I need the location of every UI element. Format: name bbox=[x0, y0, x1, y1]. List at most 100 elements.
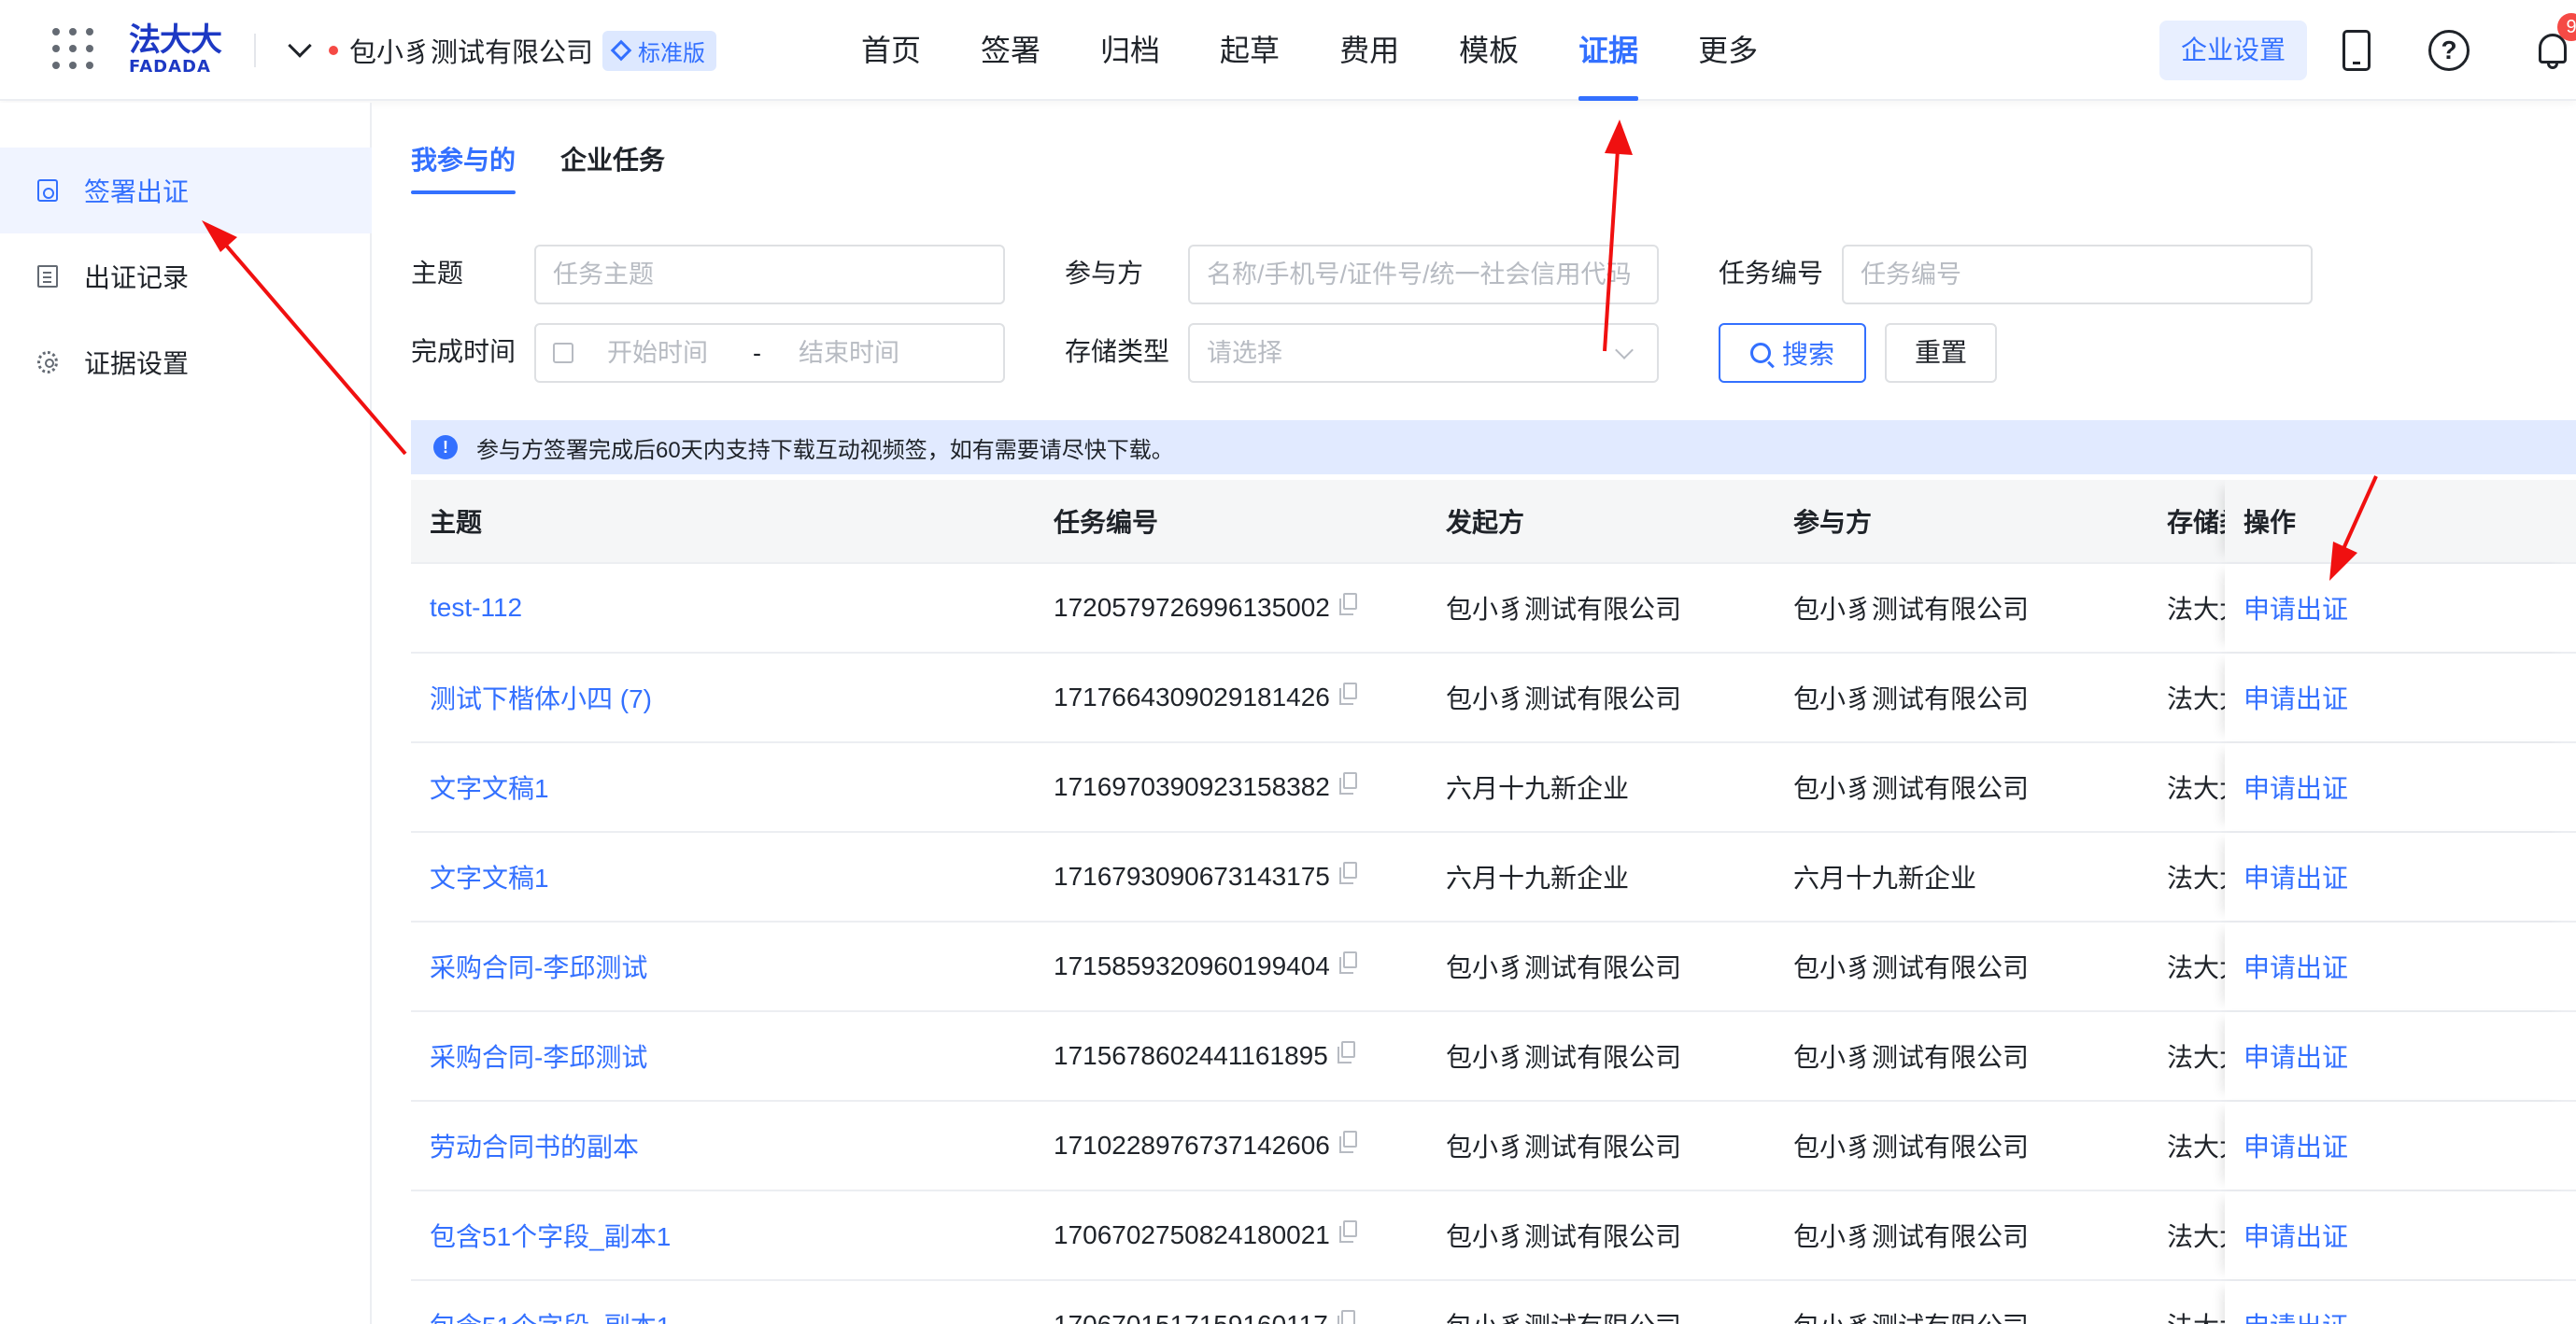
apply-certificate-link-text[interactable]: 申请出证 bbox=[2243, 768, 2348, 806]
subject-link[interactable]: 文字文稿1 bbox=[430, 833, 1027, 921]
search-button[interactable]: 搜索 bbox=[1719, 323, 1866, 383]
subject-link[interactable]: 包含51个字段_副本1 bbox=[430, 1191, 1027, 1279]
table-row: 包含51个字段_副本1 1706702750824180021 包小豸测试有限公司 包… bbox=[411, 1191, 2576, 1281]
sidebar-item-evidence-settings[interactable]: 证据设置 bbox=[0, 319, 372, 405]
table-row: 采购合同-李邱测试 1715859320960199404 包小豸测试有限公司 包小豸… bbox=[411, 923, 2576, 1012]
initiator-cell-text: 包小豸测试有限公司 bbox=[1446, 684, 1682, 713]
enterprise-settings-button[interactable]: 企业设置 bbox=[2159, 21, 2307, 80]
subject-link-text[interactable]: 包含51个字段_副本1 bbox=[430, 1306, 671, 1324]
initiator-cell: 六月十九新企业 bbox=[1446, 743, 1782, 831]
apply-certificate-link-text[interactable]: 申请出证 bbox=[2243, 1217, 2348, 1254]
tab-my-participated[interactable]: 我参与的 bbox=[411, 140, 517, 194]
fadada-logo[interactable]: 法大大 FADADA bbox=[129, 22, 232, 78]
sidebar-item-sign-certificate[interactable]: 签署出证 bbox=[0, 148, 372, 233]
nav-evidence[interactable]: 证据 bbox=[1578, 0, 1639, 101]
copy-icon[interactable] bbox=[1338, 862, 1357, 884]
subject-label: 主题 bbox=[411, 259, 464, 288]
main-nav: 首页 签署 归档 起草 费用 模板 证据 更多 bbox=[861, 0, 1818, 101]
diamond-icon bbox=[610, 39, 632, 62]
storage-cell: 法大大 bbox=[2167, 743, 2225, 831]
apply-certificate-link[interactable]: 申请出证 bbox=[2225, 1102, 2576, 1190]
subject-link-text[interactable]: 包含51个字段_副本1 bbox=[430, 1217, 671, 1254]
subject-link[interactable]: test-112 bbox=[430, 564, 1027, 652]
col-action: 操作 bbox=[2225, 480, 2576, 562]
apply-certificate-link-text[interactable]: 申请出证 bbox=[2243, 1306, 2348, 1324]
subject-link[interactable]: 文字文稿1 bbox=[430, 743, 1027, 831]
storage-cell: 法大大 bbox=[2167, 1191, 2225, 1279]
tab-enterprise-tasks[interactable]: 企业任务 bbox=[560, 140, 665, 194]
subject-input[interactable]: 任务主题 bbox=[534, 245, 1005, 304]
apply-certificate-link-text[interactable]: 申请出证 bbox=[2243, 589, 2348, 627]
apply-certificate-link[interactable]: 申请出证 bbox=[2225, 1281, 2576, 1324]
copy-icon[interactable] bbox=[1337, 1310, 1355, 1324]
apply-certificate-link[interactable]: 申请出证 bbox=[2225, 1191, 2576, 1279]
end-date-input[interactable]: 结束时间 bbox=[799, 339, 899, 367]
subject-link[interactable]: 测试下楷体小四 (7) bbox=[430, 654, 1027, 741]
initiator-cell-text: 包小豸测试有限公司 bbox=[1446, 953, 1682, 982]
apply-certificate-link[interactable]: 申请出证 bbox=[2225, 1012, 2576, 1100]
apply-certificate-link[interactable]: 申请出证 bbox=[2225, 743, 2576, 831]
task-no-cell-text: 1716970390923158382 bbox=[1054, 772, 1330, 801]
apply-certificate-link-text[interactable]: 申请出证 bbox=[2243, 858, 2348, 895]
nav-sign[interactable]: 签署 bbox=[981, 0, 1040, 101]
subject-link[interactable]: 劳动合同书的副本 bbox=[430, 1102, 1027, 1190]
apply-certificate-link-text[interactable]: 申请出证 bbox=[2243, 1037, 2348, 1075]
subject-link-text[interactable]: 文字文稿1 bbox=[430, 768, 549, 806]
date-range-picker[interactable]: 开始时间 - 结束时间 bbox=[534, 323, 1005, 383]
sidebar-item-records[interactable]: 出证记录 bbox=[0, 233, 372, 319]
copy-icon[interactable] bbox=[1338, 1131, 1357, 1153]
initiator-cell: 包小豸测试有限公司 bbox=[1446, 1281, 1782, 1324]
storage-cell: 法大大 bbox=[2167, 564, 2225, 652]
participant-cell-text: 包小豸测试有限公司 bbox=[1793, 1222, 2030, 1251]
subject-link-text[interactable]: test-112 bbox=[430, 593, 522, 623]
nav-more[interactable]: 更多 bbox=[1698, 0, 1758, 101]
subject-link-text[interactable]: 文字文稿1 bbox=[430, 858, 549, 895]
subject-link[interactable]: 包含51个字段_副本1 bbox=[430, 1281, 1027, 1324]
copy-icon[interactable] bbox=[1338, 683, 1357, 705]
calendar-icon bbox=[553, 342, 573, 363]
start-date-input[interactable]: 开始时间 bbox=[607, 339, 708, 367]
apply-certificate-link[interactable]: 申请出证 bbox=[2225, 654, 2576, 741]
subject-link-text[interactable]: 测试下楷体小四 (7) bbox=[430, 679, 652, 716]
copy-icon[interactable] bbox=[1338, 1220, 1357, 1243]
participant-cell-text: 包小豸测试有限公司 bbox=[1793, 595, 2030, 624]
company-switcher[interactable]: 包小豸测试有限公司 标准版 bbox=[288, 28, 717, 73]
sub-tabs: 我参与的 企业任务 bbox=[411, 140, 710, 194]
help-icon[interactable]: ? bbox=[2428, 30, 2470, 71]
nav-templates[interactable]: 模板 bbox=[1459, 0, 1519, 101]
subject-link-text[interactable]: 劳动合同书的副本 bbox=[430, 1127, 639, 1164]
apps-grid-icon[interactable] bbox=[52, 28, 93, 69]
subject-link[interactable]: 采购合同-李邱测试 bbox=[430, 1012, 1027, 1100]
nav-archive[interactable]: 归档 bbox=[1100, 0, 1160, 101]
copy-icon[interactable] bbox=[1338, 951, 1357, 974]
storage-cell-text: 法大大 bbox=[2167, 953, 2225, 982]
table-row: 文字文稿1 1716793090673143175 六月十九新企业 六月十九新企业 法大… bbox=[411, 833, 2576, 923]
apply-certificate-link-text[interactable]: 申请出证 bbox=[2243, 679, 2348, 716]
subject-link-text[interactable]: 采购合同-李邱测试 bbox=[430, 1037, 647, 1075]
nav-home[interactable]: 首页 bbox=[861, 0, 921, 101]
storage-type-select[interactable]: 请选择 bbox=[1188, 323, 1659, 383]
phone-icon[interactable] bbox=[2342, 30, 2371, 71]
task-no-input[interactable]: 任务编号 bbox=[1842, 245, 2313, 304]
copy-icon[interactable] bbox=[1338, 593, 1357, 615]
participant-cell: 包小豸测试有限公司 bbox=[1793, 1102, 2148, 1190]
participant-cell: 包小豸测试有限公司 bbox=[1793, 1281, 2148, 1324]
top-header: 法大大 FADADA 包小豸测试有限公司 标准版 首页 签署 归档 起草 费用 … bbox=[0, 0, 2576, 101]
apply-certificate-link[interactable]: 申请出证 bbox=[2225, 564, 2576, 652]
storage-cell-text: 法大大 bbox=[2167, 1222, 2225, 1251]
participant-cell: 包小豸测试有限公司 bbox=[1793, 1191, 2148, 1279]
nav-draft[interactable]: 起草 bbox=[1220, 0, 1280, 101]
search-icon bbox=[1749, 343, 1771, 363]
apply-certificate-link-text[interactable]: 申请出证 bbox=[2243, 1127, 2348, 1164]
subject-link-text[interactable]: 采购合同-李邱测试 bbox=[430, 948, 647, 985]
apply-certificate-link[interactable]: 申请出证 bbox=[2225, 923, 2576, 1010]
subject-link[interactable]: 采购合同-李邱测试 bbox=[430, 923, 1027, 1010]
reset-button[interactable]: 重置 bbox=[1885, 323, 1997, 383]
apply-certificate-link[interactable]: 申请出证 bbox=[2225, 833, 2576, 921]
initiator-cell: 包小豸测试有限公司 bbox=[1446, 1191, 1782, 1279]
apply-certificate-link-text[interactable]: 申请出证 bbox=[2243, 948, 2348, 985]
copy-icon[interactable] bbox=[1338, 772, 1357, 795]
participant-input[interactable]: 名称/手机号/证件号/统一社会信用代码 bbox=[1188, 245, 1659, 304]
copy-icon[interactable] bbox=[1337, 1041, 1355, 1063]
nav-fees[interactable]: 费用 bbox=[1339, 0, 1399, 101]
